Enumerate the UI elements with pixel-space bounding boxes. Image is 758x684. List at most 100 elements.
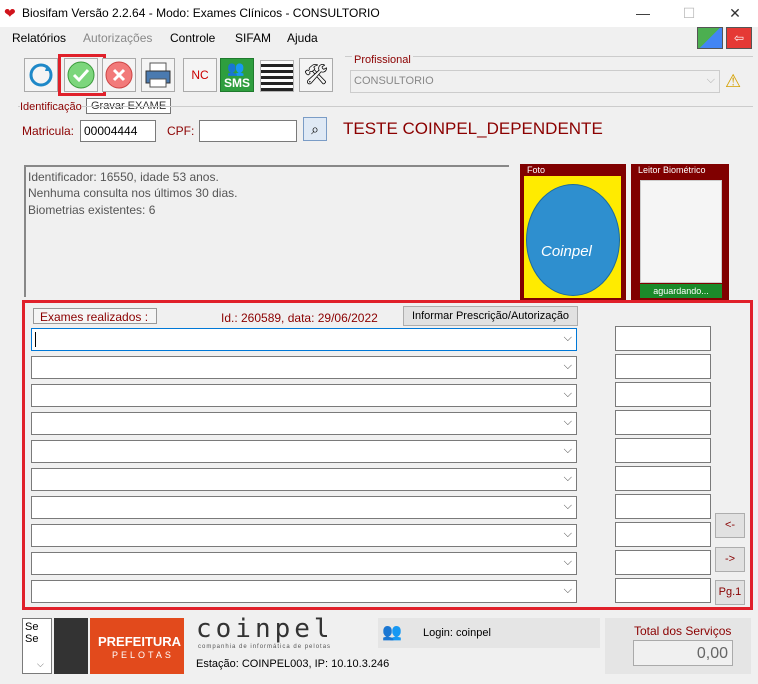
next-page-label: -> (724, 553, 736, 565)
total-field: 0,00 (633, 640, 733, 666)
exam-select[interactable]: ⌵ (31, 328, 577, 351)
qr-code-button[interactable] (260, 60, 294, 92)
login-panel: 👥 Login: coinpel (378, 618, 600, 648)
coinpel-logo: coinpel (196, 614, 334, 644)
chevron-down-icon: ⌵ (563, 444, 572, 456)
exam-value-field[interactable] (615, 354, 711, 379)
leitor-status: aguardando... (640, 284, 722, 298)
chevron-down-icon: ⌵ (563, 472, 572, 484)
chevron-down-icon: ⌵ (563, 500, 572, 512)
refresh-button[interactable] (24, 58, 58, 92)
close-button[interactable]: ✕ (712, 0, 758, 27)
coinpel-subtitle: companhia de informática de pelotas (198, 644, 332, 650)
identificacao-label: Identificação (20, 101, 82, 113)
exam-value-field[interactable] (615, 466, 711, 491)
maps-icon[interactable] (697, 27, 723, 49)
se-item-1: Se (25, 621, 39, 633)
login-text: Login: coinpel (423, 627, 491, 639)
foto-area: Coinpel (524, 176, 621, 298)
exam-select[interactable]: ⌵ (31, 440, 577, 463)
print-button[interactable] (141, 58, 175, 92)
se-item-2: Se (25, 633, 39, 645)
prev-page-label: <- (724, 519, 736, 531)
prefeitura-text: PREFEITURA (98, 634, 182, 649)
chevron-down-icon: ⌵ (563, 416, 572, 428)
menu-relatorios[interactable]: Relatórios (12, 31, 66, 45)
cpf-field[interactable] (199, 120, 297, 142)
info-line-3: Biometrias existentes: 6 (28, 203, 156, 217)
exam-select[interactable]: ⌵ (31, 552, 577, 575)
total-value: 0,00 (696, 645, 728, 662)
people-icon: 👥 (227, 60, 245, 76)
foto-panel: Foto Coinpel (520, 164, 626, 300)
nc-button[interactable]: NC (183, 58, 217, 92)
minimize-button[interactable]: — (620, 0, 666, 27)
exam-value-field[interactable] (615, 578, 711, 603)
matricula-value: 00004444 (84, 124, 138, 138)
informar-prescricao-label: Informar Prescrição/Autorização (411, 310, 570, 322)
menu-ajuda[interactable]: Ajuda (287, 31, 318, 45)
page-label: Pg.1 (718, 586, 742, 598)
foto-label: Foto (527, 165, 546, 175)
search-icon: ⌕ (311, 121, 319, 137)
matricula-field[interactable]: 00004444 (80, 120, 156, 142)
exam-value-field[interactable] (615, 522, 711, 547)
search-button[interactable]: ⌕ (303, 117, 327, 141)
informar-prescricao-button[interactable]: Informar Prescrição/Autorização (403, 306, 578, 326)
check-icon (67, 61, 95, 89)
window-title: Biosifam Versão 2.2.64 - Modo: Exames Cl… (22, 6, 380, 20)
profissional-select[interactable]: CONSULTORIO ⌵ (350, 70, 720, 93)
exam-value-field[interactable] (615, 438, 711, 463)
menu-sifam[interactable]: SIFAM (235, 31, 271, 45)
footer: Se Se ⌵ PREFEITURA PELOTAS coinpel compa… (18, 614, 754, 678)
sms-button[interactable]: SMS 👥 (220, 58, 254, 92)
menu-controle[interactable]: Controle (170, 31, 215, 45)
save-exam-button[interactable] (64, 58, 98, 92)
cancel-button[interactable] (102, 58, 136, 92)
exam-value-field[interactable] (615, 494, 711, 519)
estacao-text: Estação: COINPEL003, IP: 10.10.3.246 (196, 658, 390, 670)
warning-icon[interactable]: ⚠ (725, 71, 741, 92)
exam-value-field[interactable] (615, 326, 711, 351)
info-line-2: Nenhuma consulta nos últimos 30 dias. (28, 186, 238, 200)
profissional-label: Profissional (352, 54, 413, 66)
chevron-down-icon: ⌵ (563, 360, 572, 372)
exam-select[interactable]: ⌵ (31, 468, 577, 491)
exam-select[interactable]: ⌵ (31, 412, 577, 435)
chevron-down-icon: ⌵ (563, 332, 572, 344)
leitor-panel: Leitor Biométrico aguardando... (631, 164, 729, 300)
scroll-down-icon[interactable]: ⌵ (37, 659, 44, 670)
page-button[interactable]: Pg.1 (715, 580, 745, 605)
coinpel-photo-logo: Coinpel (526, 184, 620, 296)
city-crest-logo (54, 618, 88, 674)
cpf-label: CPF: (167, 124, 195, 138)
next-page-button[interactable]: -> (715, 547, 745, 572)
chevron-down-icon: ⌵ (563, 556, 572, 568)
exam-select[interactable]: ⌵ (31, 496, 577, 519)
exam-select[interactable]: ⌵ (31, 384, 577, 407)
exam-select[interactable]: ⌵ (31, 524, 577, 547)
se-list[interactable]: Se Se ⌵ (22, 618, 52, 674)
exam-select[interactable]: ⌵ (31, 580, 577, 603)
maximize-button[interactable]: ☐ (666, 0, 712, 27)
title-bar: ❤ Biosifam Versão 2.2.64 - Modo: Exames … (0, 0, 758, 27)
exam-select[interactable]: ⌵ (31, 356, 577, 379)
tools-icon: 🛠 (303, 64, 329, 86)
cancel-icon (105, 61, 133, 89)
chevron-down-icon: ⌵ (706, 74, 715, 86)
sms-label: SMS (224, 76, 251, 90)
exit-icon[interactable]: ⇦ (726, 27, 752, 49)
exam-value-field[interactable] (615, 410, 711, 435)
exam-value-field[interactable] (615, 550, 711, 575)
profissional-value: CONSULTORIO (354, 75, 434, 87)
menu-autorizacoes[interactable]: Autorizações (83, 31, 152, 45)
prev-page-button[interactable]: <- (715, 513, 745, 538)
leitor-area (640, 180, 722, 283)
identificacao-group: Identificação Matricula: 00004444 CPF: ⌕… (18, 101, 753, 149)
menu-bar: Relatórios Autorizações Controle SIFAM A… (0, 27, 758, 49)
exames-label: Exames realizados : (40, 310, 149, 324)
tools-button[interactable]: 🛠 (299, 58, 333, 92)
info-line-1: Identificador: 16550, idade 53 anos. (28, 170, 219, 184)
exam-value-field[interactable] (615, 382, 711, 407)
patient-name: TESTE COINPEL_DEPENDENTE (343, 119, 603, 138)
